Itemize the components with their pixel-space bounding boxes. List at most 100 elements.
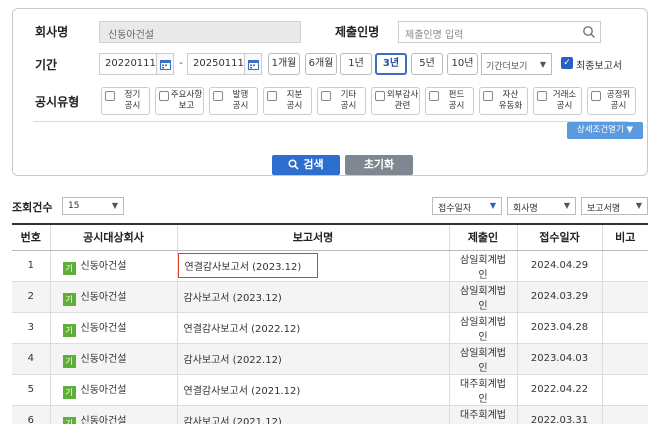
report-cell[interactable]: 감사보고서 (2021.12) [176, 405, 449, 424]
period-10year-button[interactable]: 10년 [447, 53, 478, 75]
type-label: 발행 공시 [232, 90, 249, 111]
period-5year-button[interactable]: 5년 [411, 53, 443, 75]
table-row: 1 기 신동아건설 연결감사보고서 (2023.12) 삼일회계법인 2024.0… [12, 250, 648, 282]
sort-company-select[interactable]: 회사명 ▼ [507, 197, 576, 215]
date-cell: 2022.03.31 [516, 405, 602, 424]
period-6month-button[interactable]: 6개월 [305, 53, 337, 75]
date-from-input[interactable]: 20220111 [99, 53, 159, 75]
checkbox[interactable] [591, 91, 601, 101]
sort-date-label: 접수일자 [438, 204, 472, 214]
search-button[interactable]: 검색 [272, 155, 340, 175]
report-cell[interactable]: 감사보고서 (2023.12) [176, 281, 449, 313]
count-value: 15 [68, 201, 80, 211]
report-cell[interactable]: 감사보고서 (2022.12) [176, 343, 449, 375]
type-label: 자산 유동화 [498, 90, 523, 111]
checkbox[interactable] [213, 91, 223, 101]
type-major[interactable]: 주요사항 보고 [155, 87, 204, 115]
company-cell[interactable]: 기 신동아건설 [49, 312, 177, 344]
company-cell[interactable]: 기 신동아건설 [49, 343, 177, 375]
col-report[interactable]: 보고서명 [176, 223, 449, 251]
type-label: 거래소 공시 [552, 90, 577, 111]
date-cell: 2024.04.29 [516, 250, 602, 282]
date-separator: - [179, 56, 183, 69]
search-icon [288, 159, 299, 170]
company-name[interactable]: 신동아건설 [81, 292, 127, 303]
corp-type-badge: 기 [62, 292, 76, 306]
date-cell: 2022.04.22 [516, 374, 602, 406]
submitter-cell: 삼일회계법인 [448, 312, 517, 344]
period-more-select[interactable]: 기간더보기 ▼ [481, 53, 552, 75]
checkbox[interactable] [105, 91, 115, 101]
company-name[interactable]: 신동아건설 [81, 354, 127, 365]
report-cell[interactable]: 연결감사보고서 (2021.12) [176, 374, 449, 406]
type-other[interactable]: 기타 공시 [317, 87, 366, 115]
count-select[interactable]: 15 ▼ [62, 197, 124, 215]
search-icon[interactable] [582, 25, 596, 39]
type-label: 공정위 공시 [606, 90, 631, 111]
checkbox[interactable] [159, 91, 169, 101]
company-cell[interactable]: 기 신동아건설 [49, 374, 177, 406]
row-number: 4 [12, 343, 50, 375]
col-company[interactable]: 공시대상회사 [49, 223, 177, 251]
type-fund[interactable]: 펀드 공시 [425, 87, 474, 115]
report-cell[interactable]: 연결감사보고서 (2022.12) [176, 312, 449, 344]
report-cell[interactable]: 연결감사보고서 (2023.12) [176, 250, 449, 282]
calendar-icon[interactable] [244, 53, 262, 75]
results-table: 번호 공시대상회사 보고서명 제출인 접수일자 비고 1 기 신동아건설 연결감사… [12, 223, 648, 424]
sort-date-select[interactable]: 접수일자 ▼ [432, 197, 502, 215]
calendar-icon[interactable] [156, 53, 174, 75]
company-input[interactable]: 신동아건설 [99, 21, 301, 43]
chevron-down-icon: ▼ [635, 201, 642, 210]
submitter-cell: 삼일회계법인 [448, 250, 517, 282]
company-name[interactable]: 신동아건설 [81, 261, 127, 272]
col-date[interactable]: 접수일자 [516, 223, 602, 251]
submitter-input[interactable]: 제출인명 입력 [398, 21, 601, 43]
row-number: 6 [12, 405, 50, 424]
type-label: 외부감사 관련 [386, 90, 419, 111]
date-to-input[interactable]: 20250111 [187, 53, 247, 75]
period-1year-button[interactable]: 1년 [340, 53, 372, 75]
period-3year-button[interactable]: 3년 [375, 53, 407, 75]
type-exchange[interactable]: 거래소 공시 [533, 87, 582, 115]
type-label: 정기 공시 [124, 90, 141, 111]
checkbox[interactable] [321, 91, 331, 101]
final-report-checkbox[interactable]: ✓ [561, 57, 573, 69]
col-note: 비고 [601, 223, 648, 251]
checkbox[interactable] [267, 91, 277, 101]
col-no[interactable]: 번호 [12, 223, 50, 251]
company-cell[interactable]: 기 신동아건설 [49, 250, 177, 282]
row-number: 2 [12, 281, 50, 313]
sort-report-select[interactable]: 보고서명 ▼ [581, 197, 648, 215]
detail-toggle-button[interactable]: 상세조건열기 ▼ [567, 122, 643, 139]
checkbox[interactable] [537, 91, 547, 101]
date-cell: 2023.04.03 [516, 343, 602, 375]
reset-button[interactable]: 초기화 [345, 155, 413, 175]
period-label: 기간 [35, 58, 58, 72]
type-periodic[interactable]: 정기 공시 [101, 87, 150, 115]
report-link-highlighted[interactable]: 연결감사보고서 (2023.12) [177, 253, 319, 278]
note-cell [601, 281, 648, 313]
sort-company-label: 회사명 [513, 204, 538, 214]
company-name[interactable]: 신동아건설 [81, 385, 127, 396]
company-name[interactable]: 신동아건설 [81, 416, 127, 424]
table-row: 5 기 신동아건설 연결감사보고서 (2021.12) 대주회계법인 2022.0… [12, 374, 648, 406]
type-ftc[interactable]: 공정위 공시 [587, 87, 636, 115]
type-label: 펀드 공시 [448, 90, 465, 111]
table-row: 4 기 신동아건설 감사보고서 (2022.12) 삼일회계법인 2023.04.… [12, 343, 648, 375]
period-1month-button[interactable]: 1개월 [268, 53, 300, 75]
checkbox[interactable] [483, 91, 493, 101]
note-cell [601, 312, 648, 344]
type-issuance[interactable]: 발행 공시 [209, 87, 258, 115]
note-cell [601, 250, 648, 282]
checkbox[interactable] [375, 91, 385, 101]
company-cell[interactable]: 기 신동아건설 [49, 281, 177, 313]
table-row: 3 기 신동아건설 연결감사보고서 (2022.12) 삼일회계법인 2023.0… [12, 312, 648, 344]
company-name[interactable]: 신동아건설 [81, 323, 127, 334]
type-securitization[interactable]: 자산 유동화 [479, 87, 528, 115]
col-submitter[interactable]: 제출인 [448, 223, 517, 251]
checkbox[interactable] [429, 91, 439, 101]
company-cell[interactable]: 기 신동아건설 [49, 405, 177, 424]
type-equity[interactable]: 지분 공시 [263, 87, 312, 115]
row-number: 3 [12, 312, 50, 344]
type-audit[interactable]: 외부감사 관련 [371, 87, 420, 115]
